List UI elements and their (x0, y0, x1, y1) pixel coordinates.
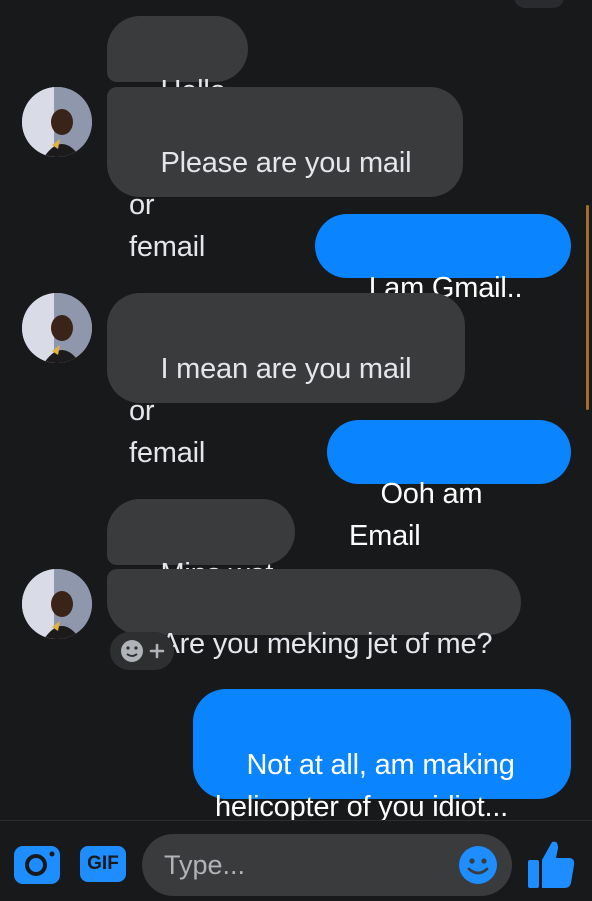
message-text: Not at all, am making helicopter of you … (215, 749, 515, 823)
top-bar-remnant (514, 0, 564, 8)
scrollbar[interactable] (586, 205, 589, 410)
gif-button[interactable]: GIF (80, 846, 126, 882)
like-button[interactable] (526, 838, 576, 890)
contact-avatar[interactable] (22, 293, 92, 363)
outgoing-message[interactable]: Not at all, am making helicopter of you … (193, 689, 571, 823)
incoming-message[interactable]: Please are you mail or femail (107, 87, 463, 263)
input-placeholder: Type... (164, 850, 246, 880)
incoming-message[interactable]: Mins wat (107, 499, 296, 590)
message-input[interactable]: Type... (142, 834, 512, 896)
gif-icon: GIF (80, 846, 126, 882)
outgoing-message[interactable]: I am Gmail.. (315, 214, 571, 384)
incoming-message[interactable]: Hello (107, 16, 248, 107)
camera-icon (14, 846, 60, 884)
emoji-icon (459, 846, 497, 884)
message-text: Are you meking jet of me? (160, 628, 493, 660)
camera-button[interactable] (12, 840, 62, 886)
incoming-message[interactable]: Are you meking jet of me? (107, 569, 521, 660)
avatar-photo (22, 87, 92, 157)
contact-avatar[interactable] (22, 569, 92, 639)
outgoing-message[interactable]: Ooh am Email (327, 420, 571, 552)
incoming-message[interactable]: I mean are you mail or femail (107, 293, 465, 469)
message-text: Ooh am Email (349, 478, 491, 552)
contact-avatar[interactable] (22, 87, 92, 157)
thumbs-up-icon (528, 841, 575, 888)
avatar-photo (22, 569, 92, 639)
add-reaction-icon (121, 640, 165, 662)
avatar-photo (22, 293, 92, 363)
gif-label: GIF (87, 853, 119, 874)
emoji-button[interactable] (458, 845, 498, 885)
add-reaction-button[interactable] (110, 632, 174, 670)
